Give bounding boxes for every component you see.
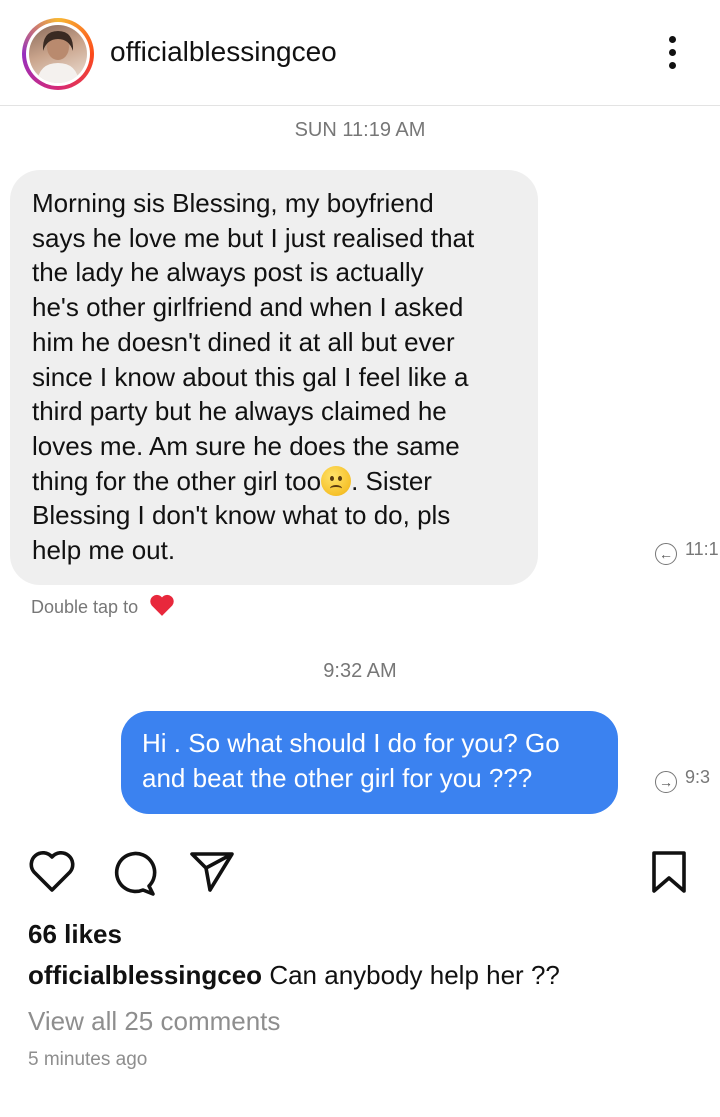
incoming-message-bubble[interactable]: Morning sis Blessing, my boyfriend says … [10,170,538,585]
comment-bubble-icon[interactable] [107,850,157,896]
heart-filled-icon [150,594,174,616]
caption-username[interactable]: officialblessingceo [28,960,262,990]
vertical-ellipsis-icon[interactable] [660,36,684,76]
paper-plane-icon[interactable] [188,850,236,894]
view-comments-link[interactable]: View all 25 comments [28,1006,280,1037]
confused-face-icon [321,465,352,496]
likes-count[interactable]: 66 likes [28,919,122,950]
outgoing-message-text: Hi . So what should I do for you? Go and… [142,728,560,793]
chat-timestamp: SUN 11:19 AM [294,119,426,141]
outgoing-message-bubble[interactable]: Hi . So what should I do for you? Go and… [121,711,618,814]
chat-timestamp-2: 9:32 AM [323,660,397,682]
bookmark-icon[interactable] [650,850,688,894]
header-username[interactable]: officialblessingceo [110,36,337,68]
post-header: officialblessingceo [0,0,720,106]
incoming-message-time: ← 11:1 [655,539,719,565]
caption-text: Can anybody help her ?? [269,960,560,990]
outgoing-message-time: → 9:3 [655,767,710,793]
heart-outline-icon[interactable] [28,850,76,894]
arrow-left-icon: ← [655,543,677,565]
incoming-message-text: Morning sis Blessing, my boyfriend says … [32,188,475,496]
double-tap-hint: Double tap to [31,593,175,618]
avatar-photo [29,25,87,83]
post-caption: officialblessingceo Can anybody help her… [28,960,560,991]
post-time: 5 minutes ago [28,1049,148,1070]
arrow-right-icon: → [655,771,677,793]
avatar[interactable] [22,18,94,90]
